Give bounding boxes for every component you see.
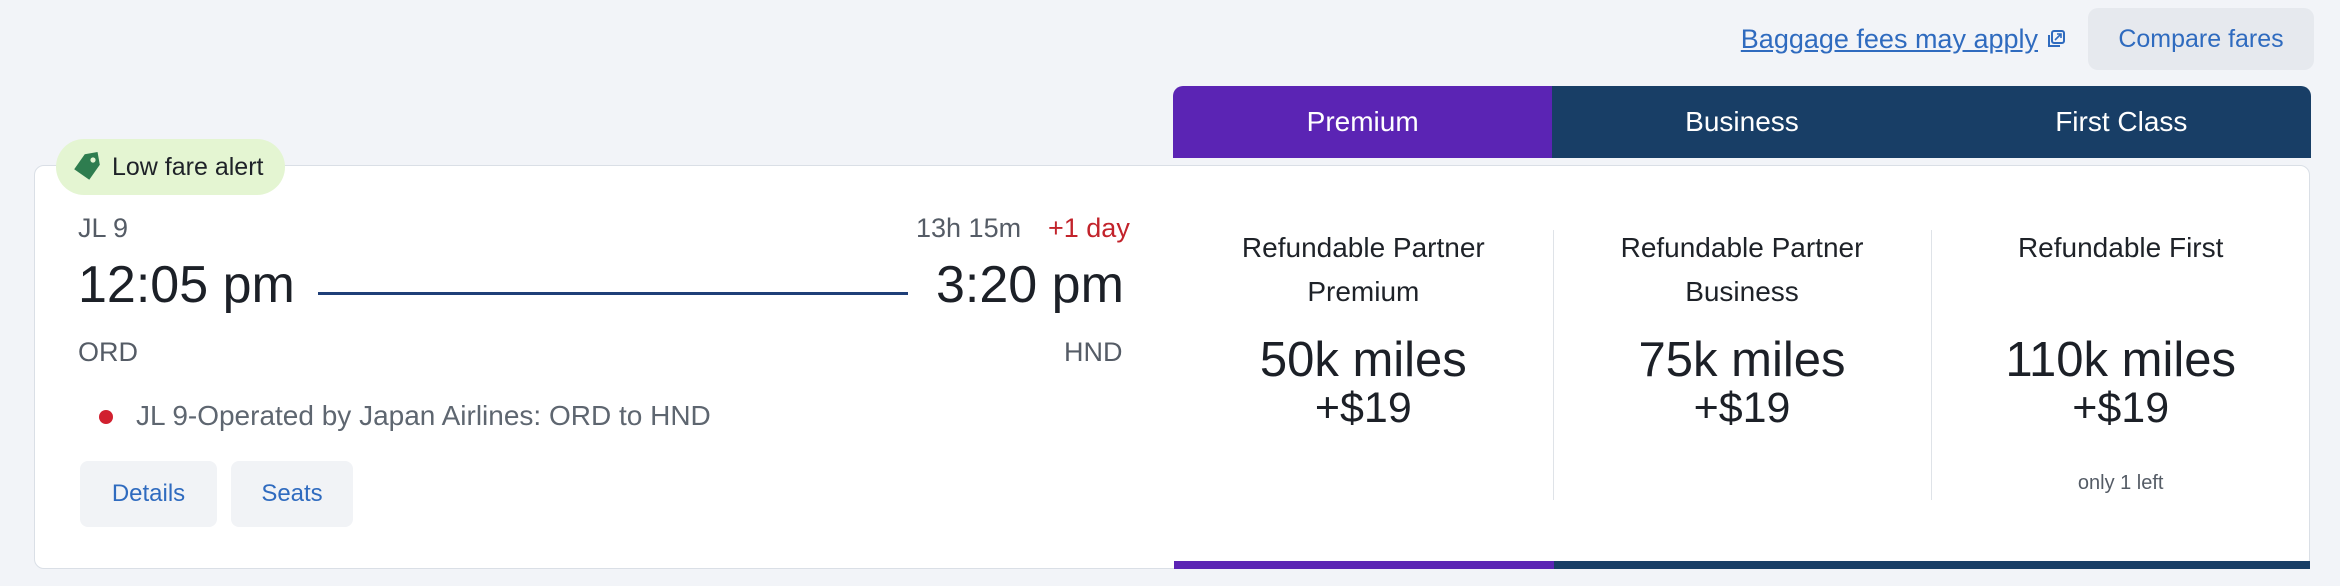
destination-airport: HND bbox=[1064, 337, 1123, 367]
low-fare-alert-label: Low fare alert bbox=[112, 152, 264, 181]
low-fare-alert-badge: Low fare alert bbox=[56, 139, 286, 195]
top-bar: Baggage fees may apply Compare fares bbox=[1741, 8, 2314, 70]
seats-button[interactable]: Seats bbox=[231, 461, 353, 527]
operated-by-text: JL 9-Operated by Japan Airlines: ORD to … bbox=[136, 400, 711, 431]
fare-miles: 75k miles bbox=[1638, 333, 1846, 387]
fare-miles: 50k miles bbox=[1259, 333, 1467, 387]
baggage-fees-link[interactable]: Baggage fees may apply bbox=[1741, 24, 2066, 55]
fare-option-premium[interactable]: Refundable Partner Premium 50k miles +$1… bbox=[1174, 166, 1553, 568]
fare-miles: 110k miles bbox=[2005, 333, 2236, 387]
price-tag-icon bbox=[74, 151, 100, 180]
fare-option-business[interactable]: Refundable Partner Business 75k miles +$… bbox=[1552, 166, 1932, 568]
external-link-icon bbox=[2048, 30, 2065, 47]
business-first-accent-segment bbox=[1554, 561, 2310, 569]
fare-fee: +$19 bbox=[1314, 384, 1412, 432]
arrival-time: 3:20 pm bbox=[936, 256, 1124, 314]
seats-left-note: only 1 left bbox=[2077, 472, 2164, 494]
fare-name: Refundable First bbox=[2017, 232, 2224, 263]
details-button[interactable]: Details bbox=[80, 461, 217, 527]
route-line bbox=[318, 292, 908, 295]
fare-option-first[interactable]: Refundable First 110k miles +$19 only 1 … bbox=[1931, 166, 2310, 568]
tab-first-class[interactable]: First Class bbox=[1931, 86, 2311, 158]
baggage-fees-label: Baggage fees may apply bbox=[1740, 23, 2038, 54]
day-offset: +1 day bbox=[1048, 213, 1130, 243]
tab-business[interactable]: Business bbox=[1552, 86, 1932, 158]
fare-options: Refundable Partner Premium 50k miles +$1… bbox=[1174, 166, 2310, 568]
fare-class-tabs: Premium Business First Class bbox=[1173, 86, 2311, 158]
origin-airport: ORD bbox=[78, 337, 138, 367]
compare-fares-button[interactable]: Compare fares bbox=[2088, 8, 2314, 70]
fare-fee: +$19 bbox=[1693, 384, 1791, 432]
flight-duration: 13h 15m bbox=[916, 213, 1022, 243]
tab-premium[interactable]: Premium bbox=[1173, 86, 1553, 158]
fare-accent-bar bbox=[1174, 561, 2310, 569]
fare-name: Refundable Partner Premium bbox=[1241, 232, 1485, 307]
fare-name: Refundable Partner Business bbox=[1620, 232, 1864, 307]
flight-number: JL 9 bbox=[78, 213, 129, 243]
premium-accent-segment bbox=[1174, 561, 1554, 569]
japan-airlines-logo-icon bbox=[96, 407, 116, 427]
fare-fee: +$19 bbox=[2072, 384, 2170, 432]
departure-time: 12:05 pm bbox=[78, 256, 295, 314]
